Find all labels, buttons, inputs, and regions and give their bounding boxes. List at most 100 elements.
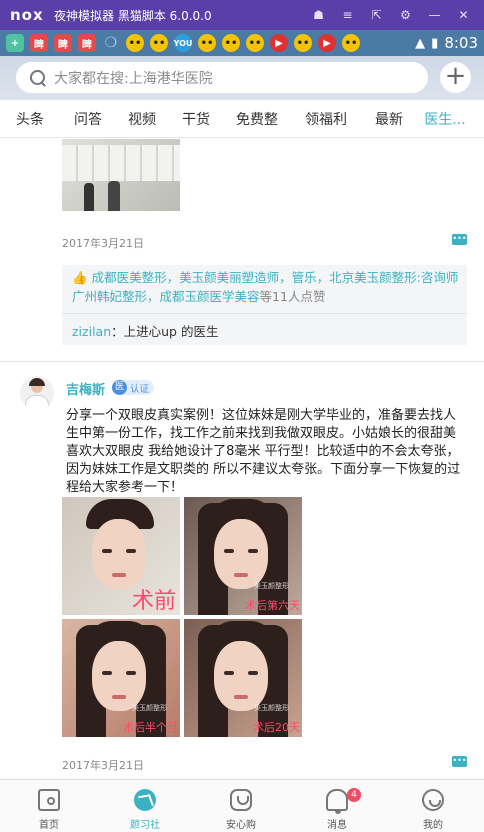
- tab-benefits[interactable]: 领福利: [290, 109, 362, 129]
- nav-home[interactable]: 首页: [1, 780, 97, 832]
- minimize-icon[interactable]: —: [420, 8, 449, 22]
- verified-label: 认证: [130, 383, 150, 395]
- tab-headlines[interactable]: 头条: [0, 109, 60, 129]
- notification-ear-icon: ❍: [104, 35, 118, 51]
- before-photo[interactable]: 术前: [62, 497, 180, 615]
- tab-doctors[interactable]: 医生...: [416, 109, 474, 129]
- notification-red-icon: 睥: [78, 34, 96, 52]
- thumbs-up-icon: 👍: [72, 270, 88, 285]
- notification-face-icon: ••: [246, 34, 264, 52]
- reply-comment[interactable]: zizilan：上进心up 的医生: [72, 321, 218, 340]
- tab-video[interactable]: 视频: [116, 109, 168, 129]
- notification-blue-icon: YOU: [174, 34, 192, 52]
- divider: [62, 313, 467, 314]
- likes-panel: 👍 成都医美整形，美玉颜美丽塑造师，管乐，北京美玉颜整形:咨询师 广州韩妃整形，…: [62, 265, 467, 345]
- bell-icon: [326, 789, 348, 814]
- search-input[interactable]: 大家都在搜:上海港华医院: [16, 62, 428, 93]
- notification-icons: + 睥睥睥 ❍ •• •• YOU •• •• •• ▶ •• ▶ ••: [6, 34, 366, 52]
- liker-link[interactable]: 成都医美整形: [92, 270, 167, 285]
- notification-face-icon: ••: [150, 34, 168, 52]
- notification-face-icon: ••: [342, 34, 360, 52]
- profile-smile-icon: [422, 789, 444, 811]
- emulator-title-bar: nox 夜神模拟器 黑猫脚本 6.0.0.0 ☗ ≡ ⇱ ⚙ — ✕: [0, 0, 484, 30]
- likes-line-2: 广州韩妃整形，成都玉颜医学美容等11人点赞: [72, 289, 326, 304]
- photo-caption: 术后第六天: [245, 599, 300, 612]
- nav-shop[interactable]: 安心购: [193, 780, 289, 832]
- photo-watermark: 美玉颜整形: [254, 704, 289, 712]
- notification-red-icon: 睥: [54, 34, 72, 52]
- post-photo[interactable]: [62, 139, 180, 211]
- search-placeholder: 大家都在搜:上海港华医院: [54, 70, 213, 87]
- wifi-icon: ▲: [415, 35, 426, 51]
- settings-gear-icon[interactable]: ⚙: [391, 8, 420, 22]
- category-tabs: 头条 问答 视频 干货 免费整 领福利 最新 医生...: [0, 100, 484, 138]
- notification-face-icon: ••: [198, 34, 216, 52]
- search-icon: [28, 68, 48, 88]
- notification-face-icon: ••: [222, 34, 240, 52]
- notification-plus-icon: +: [6, 34, 24, 52]
- nox-logo: nox: [10, 6, 44, 24]
- avatar[interactable]: [20, 376, 54, 410]
- nav-label: 首页: [39, 820, 59, 831]
- window-controls: ☗ ≡ ⇱ ⚙ — ✕: [304, 0, 478, 30]
- nav-label: 消息: [327, 820, 347, 831]
- notification-red-icon: 睥: [30, 34, 48, 52]
- photo-caption: 术后半个月: [123, 721, 178, 734]
- close-icon[interactable]: ✕: [449, 8, 478, 22]
- notification-face-icon: ••: [126, 34, 144, 52]
- liker-link[interactable]: 北京美玉颜整形:咨询师: [329, 270, 458, 285]
- comment-icon[interactable]: •••: [452, 756, 467, 767]
- nav-label: 安心购: [226, 820, 256, 831]
- status-indicators: ▲ ▮ 8:03: [409, 30, 478, 56]
- doctor-name[interactable]: 吉梅斯: [66, 379, 105, 398]
- reply-text: ：上进心up 的医生: [111, 324, 219, 339]
- photo-watermark: 美玉颜整形: [254, 582, 289, 590]
- tab-knowledge[interactable]: 干货: [168, 109, 224, 129]
- message-count-badge: 4: [347, 788, 361, 802]
- comment-icon[interactable]: •••: [452, 234, 467, 245]
- nav-label: 我的: [423, 820, 443, 831]
- bottom-navigation: 首页 颜习社 安心购 4 消息 我的: [0, 779, 484, 832]
- reply-user[interactable]: zizilan: [72, 324, 111, 339]
- tab-qa[interactable]: 问答: [60, 109, 116, 129]
- post-date: 2017年3月21日: [62, 237, 144, 250]
- tab-latest[interactable]: 最新: [362, 109, 416, 129]
- nav-community[interactable]: 颜习社: [97, 780, 193, 832]
- post-body[interactable]: 分享一个双眼皮真实案例！这位妹妹是刚大学毕业的，准备要去找人生中第一份工作，找工…: [66, 407, 468, 497]
- after-photo-day20[interactable]: 美玉颜整形 术后20天: [184, 619, 302, 737]
- shopping-bag-icon: [230, 789, 252, 811]
- search-header: 大家都在搜:上海港华医院 +: [0, 56, 484, 100]
- post-separator: [0, 361, 484, 362]
- photo-caption: 术前: [131, 589, 176, 614]
- emulator-title: 夜神模拟器 黑猫脚本 6.0.0.0: [54, 8, 212, 23]
- after-photo-day6[interactable]: 美玉颜整形 术后第六天: [184, 497, 302, 615]
- android-status-bar: + 睥睥睥 ❍ •• •• YOU •• •• •• ▶ •• ▶ •• ▲ ▮ 8:03: [0, 30, 484, 56]
- nav-label: 颜习社: [130, 820, 160, 831]
- battery-icon: ▮: [431, 35, 439, 51]
- feed-list[interactable]: 2017年3月21日 ••• 👍 成都医美整形，美玉颜美丽塑造师，管乐，北京美玉…: [0, 139, 484, 779]
- menu-icon[interactable]: ≡: [333, 8, 362, 22]
- liker-link[interactable]: 成都玉颜医学美容: [160, 289, 260, 304]
- photo-watermark: 美玉颜整形: [132, 704, 167, 712]
- liker-link[interactable]: 广州韩妃整形: [72, 289, 147, 304]
- notification-face-icon: ••: [294, 34, 312, 52]
- likes-line-1: 👍 成都医美整形，美玉颜美丽塑造师，管乐，北京美玉颜整形:咨询师: [72, 270, 459, 285]
- after-photo-half-month[interactable]: 美玉颜整形 术后半个月: [62, 619, 180, 737]
- pin-icon[interactable]: ⇱: [362, 8, 391, 22]
- home-icon[interactable]: ☗: [304, 8, 333, 22]
- verified-badge: 医 认证: [112, 380, 155, 395]
- photo-caption: 术后20天: [253, 721, 300, 734]
- home-icon: [38, 789, 60, 811]
- add-button[interactable]: +: [440, 62, 471, 93]
- liker-link[interactable]: 管乐: [292, 270, 317, 285]
- liker-link[interactable]: 美玉颜美丽塑造师: [179, 270, 279, 285]
- likes-count: 等11人点赞: [259, 289, 326, 304]
- nav-messages[interactable]: 4 消息: [289, 780, 385, 832]
- post-date: 2017年3月21日: [62, 759, 144, 772]
- tab-free[interactable]: 免费整: [224, 109, 290, 129]
- nav-profile[interactable]: 我的: [385, 780, 481, 832]
- notification-play-icon: ▶: [318, 34, 336, 52]
- compass-icon: [134, 789, 156, 811]
- clock: 8:03: [444, 34, 478, 52]
- doctor-badge-icon: 医: [112, 380, 127, 395]
